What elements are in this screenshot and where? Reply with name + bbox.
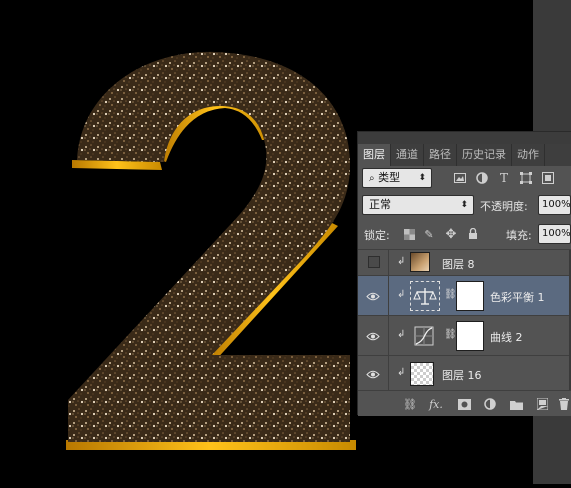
- eye-icon[interactable]: [364, 367, 382, 381]
- image-filter-icon[interactable]: [452, 171, 468, 185]
- clipping-arrow-icon: ↲: [397, 329, 406, 340]
- fill-label: 填充:: [506, 229, 532, 242]
- layer-row-color-balance-1[interactable]: ↲ ⛓ 色彩平衡 1: [358, 275, 571, 315]
- divider: [388, 316, 389, 355]
- visibility-toggle-off[interactable]: [368, 256, 380, 268]
- eye-icon[interactable]: [364, 329, 382, 343]
- eye-icon[interactable]: [364, 289, 382, 303]
- layer-name[interactable]: 色彩平衡 1: [490, 289, 545, 305]
- new-layer-icon[interactable]: [534, 397, 550, 411]
- smart-object-filter-icon[interactable]: [540, 171, 556, 185]
- divider: [388, 250, 389, 275]
- chain-link-icon[interactable]: ⛓: [444, 289, 457, 300]
- filter-type-label: 类型: [378, 171, 401, 184]
- divider: [388, 276, 389, 315]
- trash-icon[interactable]: [556, 397, 571, 411]
- layers-panel: 图层 通道 路径 历史记录 动作 ⌕ 类型 ⬍ T 正常 ⬍ 不透明度: 100…: [357, 131, 571, 416]
- link-icon[interactable]: ⛓: [402, 397, 418, 411]
- layers-panel-footer: ⛓ fx.: [358, 390, 571, 416]
- blend-mode-value: 正常: [369, 198, 391, 211]
- shape-filter-icon[interactable]: [518, 171, 534, 185]
- folder-icon[interactable]: [508, 397, 524, 411]
- divider: [388, 356, 389, 390]
- lock-all-icon[interactable]: [466, 227, 480, 241]
- clipping-arrow-icon: ↲: [397, 256, 406, 267]
- layer-row-layer-8[interactable]: ↲ 图层 8: [358, 249, 571, 275]
- fill-input[interactable]: 100%: [538, 224, 571, 244]
- clipping-arrow-icon: ↲: [397, 289, 406, 300]
- layer-name[interactable]: 曲线 2: [490, 329, 523, 345]
- layer-mask-thumbnail[interactable]: [456, 321, 484, 351]
- adjustment-filter-icon[interactable]: [474, 171, 490, 185]
- chain-link-icon[interactable]: ⛓: [444, 329, 457, 340]
- tab-actions[interactable]: 动作: [512, 144, 545, 166]
- curves-icon: [414, 326, 434, 346]
- tab-history[interactable]: 历史记录: [457, 144, 512, 166]
- layer-mask-thumbnail[interactable]: [456, 281, 484, 311]
- lock-transparency-icon[interactable]: [402, 227, 416, 241]
- color-balance-icon: [410, 281, 440, 311]
- layer-row-layer-16[interactable]: ↲ 图层 16: [358, 355, 571, 390]
- tab-channels[interactable]: 通道: [391, 144, 424, 166]
- chevron-updown-icon: ⬍: [460, 200, 468, 210]
- type-filter-icon[interactable]: T: [496, 171, 512, 185]
- layer-thumbnail: [410, 252, 430, 272]
- layer-name[interactable]: 图层 16: [442, 367, 482, 383]
- adjustment-icon[interactable]: [482, 397, 498, 411]
- lock-position-icon[interactable]: ✥: [444, 227, 458, 242]
- mask-icon[interactable]: [456, 397, 472, 411]
- blend-mode-select[interactable]: 正常 ⬍: [362, 195, 474, 215]
- layer-row-curves-2[interactable]: ↲ ⛓ 曲线 2: [358, 315, 571, 355]
- layer-name[interactable]: 图层 8: [442, 256, 475, 272]
- chevron-updown-icon: ⬍: [418, 173, 426, 183]
- fx-icon[interactable]: fx.: [428, 397, 444, 411]
- opacity-input[interactable]: 100%: [538, 195, 571, 215]
- search-icon: ⌕: [369, 173, 375, 184]
- layer-filter-select[interactable]: ⌕ 类型 ⬍: [362, 168, 432, 188]
- panel-header-bar[interactable]: [358, 132, 571, 144]
- tab-layers[interactable]: 图层: [358, 144, 391, 166]
- clipping-arrow-icon: ↲: [397, 367, 406, 378]
- transparent-layer-thumbnail: [410, 362, 434, 386]
- tab-paths[interactable]: 路径: [424, 144, 457, 166]
- panel-tabs: 图层 通道 路径 历史记录 动作: [358, 144, 571, 166]
- opacity-label: 不透明度:: [480, 200, 528, 213]
- lock-pixels-icon[interactable]: ✎: [422, 227, 436, 241]
- lock-label: 锁定:: [364, 229, 390, 242]
